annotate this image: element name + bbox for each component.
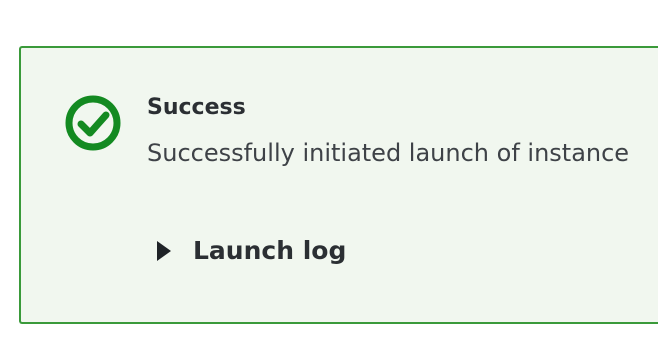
viewport: Success Successfully initiated launch of…	[0, 0, 658, 345]
page: Success Successfully initiated launch of…	[0, 0, 658, 345]
launch-log-label: Launch log	[193, 236, 347, 265]
launch-log-expander[interactable]: Launch log	[157, 236, 346, 265]
alert-message: Successfully initiated launch of instanc…	[147, 139, 630, 167]
success-alert: Success Successfully initiated launch of…	[19, 46, 658, 324]
caret-right-icon	[157, 240, 171, 261]
alert-title: Success	[147, 95, 246, 120]
check-circle-icon	[65, 95, 121, 151]
